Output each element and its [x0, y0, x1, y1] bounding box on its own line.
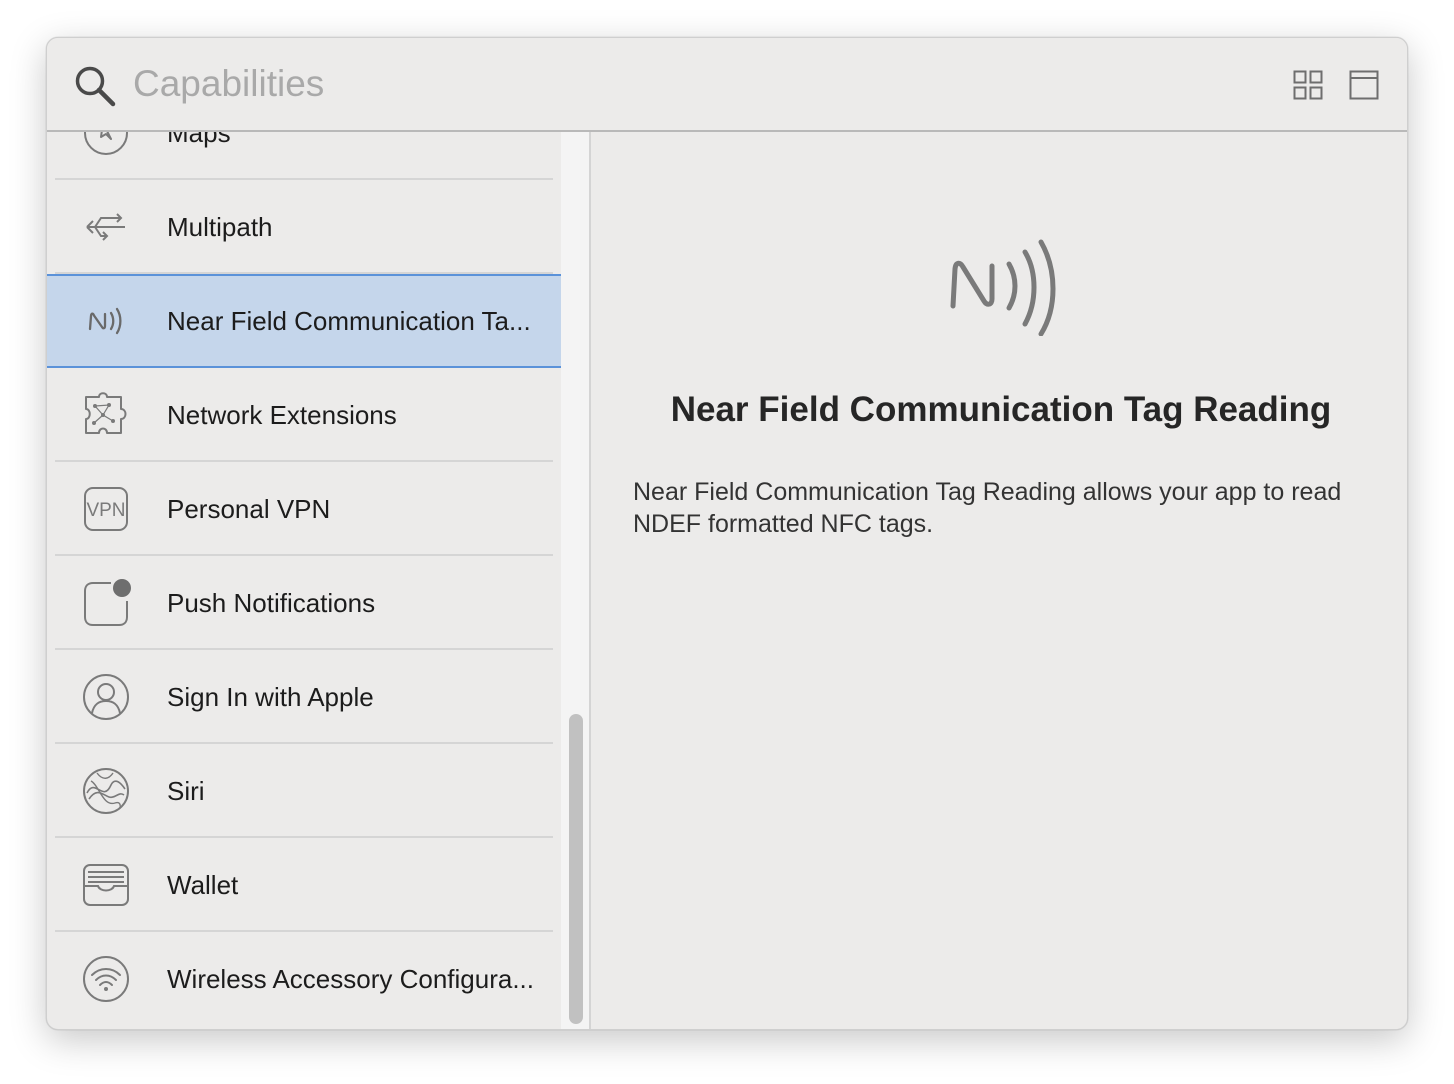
svg-text:VPN: VPN: [86, 500, 125, 521]
list-item-label: Wallet: [167, 870, 239, 900]
list-item-label: Maps: [167, 132, 231, 148]
scrollbar-thumb[interactable]: [569, 714, 583, 1024]
list-item-label: Siri: [167, 776, 205, 806]
search-bar: [47, 38, 1407, 132]
list-item-siri[interactable]: Siri: [47, 744, 561, 838]
siri-icon: [83, 768, 129, 814]
grid-icon[interactable]: [1293, 70, 1323, 100]
list-item-wallet[interactable]: Wallet: [47, 838, 561, 932]
list-item-sign-in-with-apple[interactable]: Sign In with Apple: [47, 650, 561, 744]
compass-icon: [84, 132, 128, 155]
search-input[interactable]: [133, 56, 1133, 112]
list-item-label: Sign In with Apple: [167, 682, 374, 712]
list-item-nfc[interactable]: Near Field Communication Ta...: [47, 274, 561, 368]
puzzle-network-icon: [85, 392, 127, 434]
detail-title: Near Field Communication Tag Reading: [670, 390, 1332, 429]
capability-detail-panel: Near Field Communication Tag Reading Nea…: [593, 132, 1407, 1029]
list-item-label: Multipath: [167, 212, 273, 242]
person-icon: [83, 674, 129, 720]
capabilities-window: Maps Multipath: [46, 37, 1408, 1030]
multipath-arrows-icon: [86, 213, 125, 241]
list-item-push-notifications[interactable]: Push Notifications: [47, 556, 561, 650]
search-icon: [75, 66, 116, 107]
nfc-icon: [88, 307, 122, 335]
panel-icon[interactable]: [1349, 70, 1379, 100]
list-item-personal-vpn[interactable]: VPN Personal VPN: [47, 462, 561, 556]
list-item-wireless-accessory-configuration[interactable]: Wireless Accessory Configura...: [47, 932, 561, 1026]
detail-description: Near Field Communication Tag Reading all…: [633, 478, 1342, 538]
vpn-icon: VPN: [84, 487, 128, 531]
list-item-maps[interactable]: Maps: [47, 132, 561, 180]
nfc-icon: [950, 239, 1056, 336]
wallet-icon: [83, 864, 129, 906]
wifi-icon: [83, 956, 129, 1002]
list-item-label: Push Notifications: [167, 588, 376, 618]
list-item-label: Personal VPN: [167, 494, 331, 524]
notification-badge-icon: [84, 579, 131, 626]
list-item-label: Network Extensions: [167, 400, 397, 430]
list-scrollbar[interactable]: [561, 132, 591, 1029]
list-item-network-extensions[interactable]: Network Extensions: [47, 368, 561, 462]
list-item-label: Wireless Accessory Configura...: [167, 964, 535, 994]
capabilities-list: Maps Multipath Near Field Communication …: [47, 132, 561, 1029]
list-item-multipath[interactable]: Multipath: [47, 180, 561, 274]
list-item-label: Near Field Communication Ta...: [167, 306, 531, 336]
